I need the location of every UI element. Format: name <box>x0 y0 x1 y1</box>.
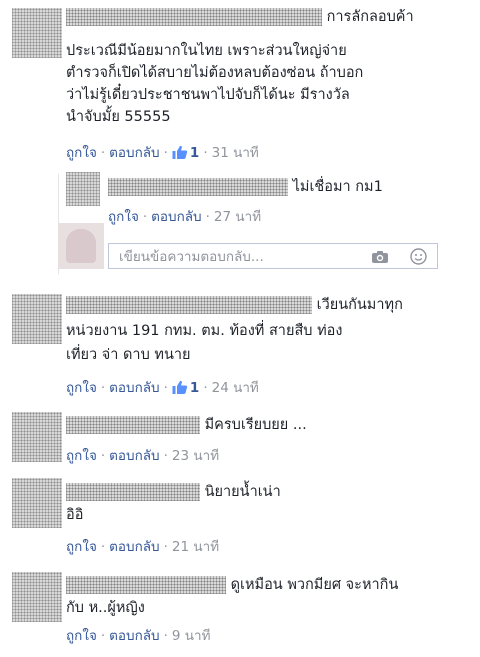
reply-link[interactable]: ตอบกลับ <box>109 539 159 555</box>
avatar[interactable] <box>12 478 62 528</box>
like-count[interactable]: 1 <box>190 380 199 396</box>
comment-text: ดูเหมือน พวกมียศ จะหากิน <box>66 574 398 596</box>
thumbs-up-icon[interactable] <box>172 380 188 400</box>
comment-actions: ถูกใจ · ตอบกลับ · 9 นาที <box>66 628 211 644</box>
avatar[interactable] <box>12 294 62 344</box>
camera-icon[interactable] <box>371 249 389 268</box>
reply-link[interactable]: ตอบกลับ <box>151 209 201 225</box>
thumbs-up-icon[interactable] <box>172 145 188 165</box>
censored-author-name[interactable] <box>66 483 200 501</box>
reply-input[interactable] <box>117 247 361 267</box>
comment-body-line: เที่ยว จ่า ดาบ ทนาย <box>66 347 191 363</box>
timestamp[interactable]: 23 นาที <box>172 448 219 464</box>
reply-link[interactable]: ตอบกลับ <box>109 448 159 464</box>
censored-author-name[interactable] <box>66 576 226 594</box>
emoji-icon[interactable] <box>410 248 427 269</box>
reply-text: ไม่เชื่อมา กม1 <box>108 176 383 198</box>
reply-link[interactable]: ตอบกลับ <box>109 628 159 644</box>
comment-body-line: ประเวณีมีน้อยมากในไทย เพราะส่วนใหญ่จ่าย <box>66 43 347 59</box>
like-link[interactable]: ถูกใจ <box>66 448 97 464</box>
current-user-avatar <box>58 223 104 269</box>
timestamp[interactable]: 21 นาที <box>172 539 219 555</box>
like-link[interactable]: ถูกใจ <box>66 145 97 161</box>
censored-author-name[interactable] <box>66 8 322 26</box>
like-link[interactable]: ถูกใจ <box>66 380 97 396</box>
reply-actions: ถูกใจ · ตอบกลับ · 27 นาที <box>108 209 262 225</box>
comment-actions: ถูกใจ · ตอบกลับ · 23 นาที <box>66 448 220 464</box>
reply-avatar[interactable] <box>66 172 100 206</box>
comment-actions: ถูกใจ · ตอบกลับ · 21 นาที <box>66 539 220 555</box>
comment-body-line: กับ ห..ผู้หญิง <box>66 600 145 616</box>
timestamp[interactable]: 9 นาที <box>172 628 211 644</box>
timestamp[interactable]: 27 นาที <box>214 209 261 225</box>
comment-body-line: ตำรวจก็เปิดได้สบายไม่ต้องหลบต้องซ่อน ถ้า… <box>66 65 364 81</box>
comment-body-line: อิอิ <box>66 507 84 523</box>
like-link[interactable]: ถูกใจ <box>66 539 97 555</box>
censored-author-name[interactable] <box>66 416 200 434</box>
like-count[interactable]: 1 <box>190 145 199 161</box>
like-link[interactable]: ถูกใจ <box>108 209 139 225</box>
timestamp[interactable]: 24 นาที <box>212 380 259 396</box>
comment-body-line: ว่าไม่รู้เดี๋ยวประชาชนพาไปจับก็ได้นะ มีร… <box>66 87 350 103</box>
comment-text: เวียนกันมาทุก <box>66 294 403 316</box>
reply-link[interactable]: ตอบกลับ <box>109 145 159 161</box>
comment-actions: ถูกใจ · ตอบกลับ · 1 · 24 นาที <box>66 379 259 400</box>
comment-body-line: นำจับมั้ย 55555 <box>66 109 171 125</box>
reply-composer <box>108 243 438 269</box>
comment-text: การลักลอบค้า <box>66 6 414 28</box>
comment-actions: ถูกใจ · ตอบกลับ · 1 · 31 นาที <box>66 144 259 165</box>
timestamp[interactable]: 31 นาที <box>212 145 259 161</box>
like-link[interactable]: ถูกใจ <box>66 628 97 644</box>
avatar[interactable] <box>12 412 62 462</box>
censored-author-name[interactable] <box>108 178 288 196</box>
separator: · <box>100 145 106 161</box>
avatar[interactable] <box>12 572 62 622</box>
comment-body-line: หน่วยงาน 191 กทม. ตม. ท้องที่ สายสืบ ท่อ… <box>66 323 343 339</box>
comment-text: นิยายน้ำเน่า <box>66 481 281 503</box>
censored-author-name[interactable] <box>66 296 312 314</box>
comment-text: มีครบเรียบยย ... <box>66 414 307 436</box>
avatar[interactable] <box>12 8 62 58</box>
reply-link[interactable]: ตอบกลับ <box>109 380 159 396</box>
